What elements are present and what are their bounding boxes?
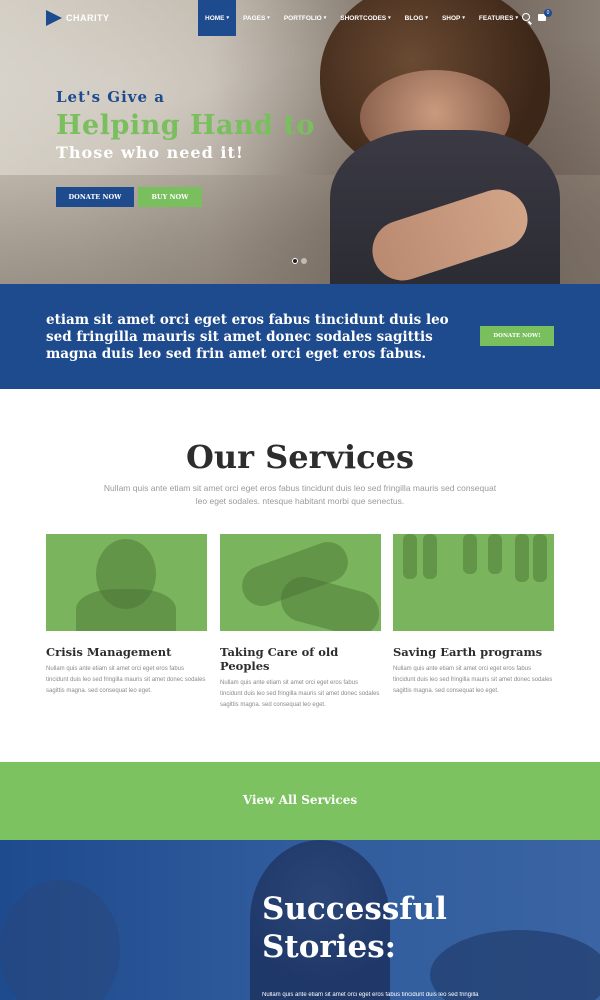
hero-slider: CHARITY HOME ▾ PAGES ▾ PORTFOLIO ▾ SHORTCOD… <box>0 0 600 284</box>
service-image-old-peoples[interactable] <box>220 534 381 631</box>
service-image-crisis[interactable] <box>46 534 207 631</box>
hero-line-3: Those who need it! <box>56 143 244 162</box>
nav-item-blog[interactable]: BLOG ▾ <box>398 0 435 36</box>
service-title[interactable]: Saving Earth programs <box>393 645 554 659</box>
logo-text: CHARITY <box>66 13 110 23</box>
nav-item-shop[interactable]: SHOP ▾ <box>435 0 472 36</box>
nav-label: PAGES <box>243 14 266 22</box>
hero-line-1: Let's Give a <box>56 88 165 106</box>
stories-title-line-1: Successful <box>262 891 447 927</box>
nav-icons <box>522 13 546 21</box>
caret-down-icon: ▾ <box>462 15 465 21</box>
logo[interactable]: CHARITY <box>46 10 110 26</box>
navbar: CHARITY HOME ▾ PAGES ▾ PORTFOLIO ▾ SHORTCOD… <box>0 0 600 36</box>
photo-shape <box>533 534 547 582</box>
photo-shape <box>423 534 437 579</box>
caret-down-icon: ▾ <box>323 15 327 21</box>
caret-down-icon: ▾ <box>425 15 428 21</box>
nav-item-shortcodes[interactable]: SHORTCODES ▾ <box>333 0 397 36</box>
stories-title: Successful Stories: <box>262 890 447 966</box>
service-card-crisis: Crisis Management Nullam quis ante etiam… <box>46 534 207 697</box>
band-donate-button[interactable]: DONATE NOW! <box>480 326 554 346</box>
slider-dots <box>292 258 307 264</box>
nav-label: HOME <box>205 14 225 22</box>
slider-dot-1[interactable] <box>292 258 298 264</box>
nav-label: SHOP <box>441 14 461 22</box>
stories-title-line-2: Stories: <box>262 929 397 965</box>
nav-item-features[interactable]: FEATURES ▾ <box>472 0 525 36</box>
stories-text: Nullam quis ante etiam sit amet orci ege… <box>262 992 479 998</box>
service-card-earth: Saving Earth programs Nullam quis ante e… <box>393 534 554 697</box>
caret-down-icon: ▾ <box>226 15 230 21</box>
photo-shape <box>463 534 477 574</box>
band-text: etiam sit amet orci eget eros fabus tinc… <box>46 312 449 362</box>
nav-item-home[interactable]: HOME ▾ <box>198 0 237 36</box>
services-title: Our Services <box>185 438 415 476</box>
photo-shape <box>515 534 529 582</box>
service-card-old-peoples: Taking Care of old Peoples Nullam quis a… <box>220 534 381 711</box>
view-all-services-link[interactable]: View All Services <box>0 793 600 807</box>
hero-headline: Let's Give a Helping Hand to Those who n… <box>56 88 315 162</box>
donate-now-button[interactable]: DONATE NOW <box>56 187 134 207</box>
service-image-earth[interactable] <box>393 534 554 631</box>
nav-label: SHORTCODES <box>340 14 387 22</box>
hero-line-2: Helping Hand to <box>56 110 315 141</box>
caret-down-icon: ▾ <box>388 15 391 21</box>
photo-shape <box>76 589 176 631</box>
buy-now-button[interactable]: BUY NOW <box>138 187 202 207</box>
service-title[interactable]: Crisis Management <box>46 645 207 659</box>
page: CHARITY HOME ▾ PAGES ▾ PORTFOLIO ▾ SHORTCOD… <box>0 0 600 1000</box>
caret-down-icon: ▾ <box>515 15 518 21</box>
cart-count-badge: 0 <box>544 9 552 17</box>
stories-photo-shape <box>0 880 120 1000</box>
service-text: Nullam quis ante etiam sit amet orci ege… <box>220 680 380 708</box>
nav-label: FEATURES <box>478 14 514 22</box>
main-nav: HOME ▾ PAGES ▾ PORTFOLIO ▾ SHORTCODES ▾ BLOG… <box>198 0 525 36</box>
service-text: Nullam quis ante etiam sit amet orci ege… <box>46 666 206 694</box>
logo-icon <box>46 10 62 26</box>
stories-photo-shape <box>430 930 600 1000</box>
photo-shape <box>403 534 417 579</box>
services-subtitle: Nullam quis ante etiam sit amet orci ege… <box>103 483 497 506</box>
hero-buttons: DONATE NOW BUY NOW <box>56 187 202 207</box>
nav-label: BLOG <box>404 14 424 22</box>
service-title[interactable]: Taking Care of old Peoples <box>220 645 381 673</box>
service-text: Nullam quis ante etiam sit amet orci ege… <box>393 666 553 694</box>
caret-down-icon: ▾ <box>267 15 270 21</box>
search-icon[interactable] <box>522 13 530 21</box>
nav-label: PORTFOLIO <box>283 14 322 22</box>
photo-shape <box>488 534 502 574</box>
nav-item-portfolio[interactable]: PORTFOLIO ▾ <box>277 0 333 36</box>
slider-dot-2[interactable] <box>301 258 307 264</box>
nav-item-pages[interactable]: PAGES ▾ <box>236 0 277 36</box>
